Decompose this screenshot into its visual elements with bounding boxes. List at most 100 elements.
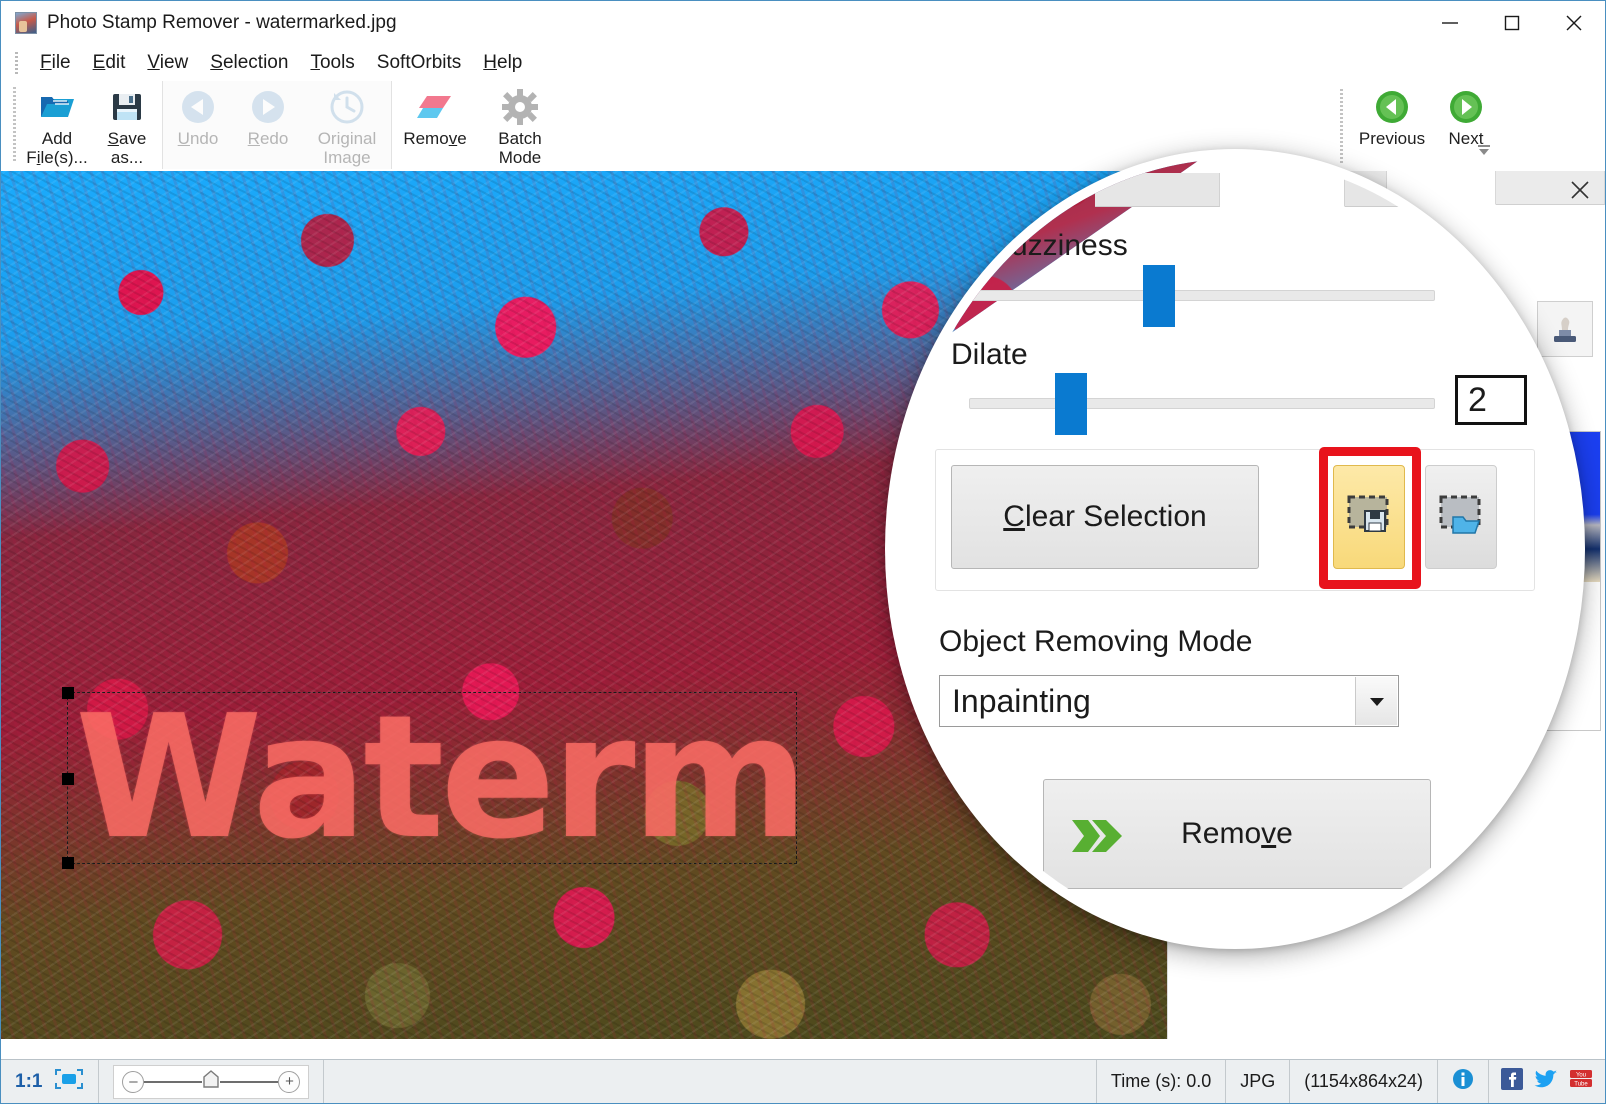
fit-to-screen-icon[interactable] [54,1068,84,1095]
remove-toolbar-label: Remove [403,129,467,148]
open-folder-icon [38,87,76,127]
format-cell: JPG [1226,1060,1291,1103]
magnified-tab-4[interactable] [1470,173,1575,207]
nav-grip [1340,89,1343,163]
color-fuzziness-slider-thumb[interactable] [1143,265,1175,327]
svg-text:You: You [1576,1073,1586,1079]
redo-label: Redo [247,129,289,148]
time-cell: Time (s): 0.0 [1097,1060,1227,1103]
dilate-slider-track[interactable] [969,398,1435,409]
remove-action-button[interactable]: Remove [1043,779,1431,889]
save-selection-icon [1345,493,1393,542]
app-icon [15,12,37,34]
next-button[interactable]: Next [1433,81,1499,148]
selection-handle-mid-left[interactable] [62,773,74,785]
remove-action-label: Remove [1181,817,1293,850]
zoom-slider[interactable]: – + [113,1064,310,1099]
original-image-label-2: Image [323,148,371,167]
zoom-ratio-cell: 1:1 [1,1060,100,1103]
remove-toolbar-button[interactable]: Remove [392,81,478,148]
menu-selection[interactable]: Selection [199,52,299,74]
clock-history-icon [328,87,366,127]
svg-text:Tube: Tube [1574,1082,1588,1088]
selection-rectangle[interactable] [62,687,797,869]
clear-selection-button[interactable]: Clear Selection [951,465,1259,569]
menu-grip [15,52,18,74]
color-fuzziness-label: lor Fuzziness [951,229,1128,262]
menu-view[interactable]: View [136,52,199,74]
zoom-slider-cell: – + [99,1060,325,1103]
status-spacer [324,1060,1097,1103]
minimize-button[interactable] [1419,1,1481,45]
info-cell[interactable] [1438,1060,1489,1103]
zoom-track-left[interactable] [144,1080,203,1083]
magnified-tab-3[interactable] [1345,173,1470,207]
magnifier-content: lor Fuzziness Dilate 2 Clear Selection O… [895,159,1575,939]
clear-selection-label: Clear Selection [1003,500,1207,533]
toolbar-group-actions: Remove Batch Mode [392,81,562,169]
social-links: You Tube [1489,1060,1605,1103]
original-image-label-1: Original [317,129,377,148]
object-removing-mode-select[interactable]: Inpainting [939,675,1399,727]
toolbar-grip [13,87,16,161]
zoom-ratio-label: 1:1 [15,1070,43,1092]
toolbar-group-file: Add File(s)... Save as... [22,81,162,169]
green-right-arrow-icon [1448,87,1484,127]
gear-icon [502,87,538,127]
previous-button[interactable]: Previous [1351,81,1433,148]
save-as-button[interactable]: Save as... [92,81,162,167]
zoom-track-right[interactable] [220,1080,279,1083]
dilate-label: Dilate [951,338,1028,371]
object-removing-mode-label: Object Removing Mode [939,625,1253,658]
undo-button[interactable]: Undo [163,81,233,148]
status-bar: 1:1 – + Time (s): 0.0 JPG (1154x864x24) … [1,1059,1605,1103]
menu-tools[interactable]: Tools [299,52,365,74]
batch-mode-label-1: Batch [498,129,542,148]
toolbar-group-navigation: Previous Next [1340,81,1499,169]
save-as-label-2: as... [110,148,144,167]
twitter-icon[interactable] [1534,1068,1558,1095]
minus-icon[interactable]: – [122,1070,145,1093]
maximize-button[interactable] [1481,1,1543,45]
undo-label: Undo [177,129,219,148]
magnified-tab-1[interactable] [1095,173,1220,207]
dilate-value-field[interactable]: 2 [1455,375,1527,425]
green-double-chevron-icon [1070,814,1126,866]
load-selection-button[interactable] [1425,465,1497,569]
facebook-icon[interactable] [1501,1068,1523,1095]
original-image-button[interactable]: Original Image [303,81,391,167]
redo-arrow-icon [249,87,287,127]
batch-mode-button[interactable]: Batch Mode [478,81,562,167]
menu-help[interactable]: Help [472,52,533,74]
menu-softorbits[interactable]: SoftOrbits [366,52,472,74]
menu-edit[interactable]: Edit [82,52,137,74]
youtube-icon[interactable]: You Tube [1569,1068,1593,1095]
selection-handle-bottom-left[interactable] [62,857,74,869]
magnifier-lens: lor Fuzziness Dilate 2 Clear Selection O… [885,149,1585,949]
previous-label: Previous [1358,129,1426,148]
application-window: Photo Stamp Remover - watermarked.jpg Fi… [0,0,1606,1104]
title-bar: Photo Stamp Remover - watermarked.jpg [1,1,1605,45]
menu-file[interactable]: File [29,52,82,74]
chevron-down-icon[interactable] [1355,677,1397,725]
redo-button[interactable]: Redo [233,81,303,148]
color-fuzziness-slider-track[interactable] [969,290,1435,301]
save-selection-button[interactable] [1333,465,1405,569]
dimensions-cell: (1154x864x24) [1290,1060,1438,1103]
menu-bar: File Edit View Selection Tools SoftOrbit… [1,45,1605,81]
selection-handle-top-left[interactable] [62,687,74,699]
eraser-icon [415,87,455,127]
plus-icon[interactable]: + [278,1070,301,1093]
magnified-panel-tabs [1095,173,1575,207]
undo-arrow-icon [179,87,217,127]
save-as-label-1: Save [107,129,147,148]
slider-handle-icon[interactable] [202,1069,220,1094]
add-files-button[interactable]: Add File(s)... [22,81,92,167]
magnified-tab-2[interactable] [1220,173,1345,207]
toolbar: Add File(s)... Save as... Undo Redo Orig… [1,81,1605,171]
dilate-slider-thumb[interactable] [1055,373,1087,435]
floppy-disk-icon [110,87,144,127]
close-button[interactable] [1543,1,1605,45]
window-title: Photo Stamp Remover - watermarked.jpg [47,12,397,33]
info-icon[interactable] [1452,1068,1474,1095]
